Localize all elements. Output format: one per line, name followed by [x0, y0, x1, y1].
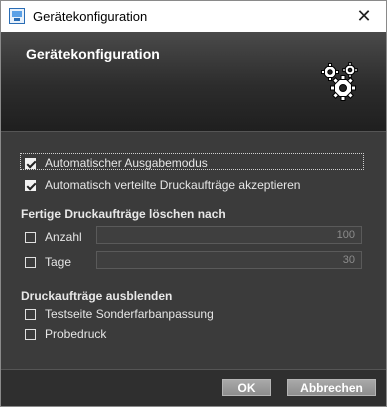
auto-accept-option[interactable]: Automatisch verteilte Druckaufträge akze… [25, 178, 300, 192]
days-option[interactable]: Tage [25, 255, 71, 269]
auto-output-mode-option[interactable]: Automatischer Ausgabemodus [25, 156, 208, 170]
test-page-option[interactable]: Testseite Sonderfarbanpassung [25, 307, 214, 321]
days-field[interactable]: 30 [96, 251, 362, 269]
dialog-header: Gerätekonfiguration [1, 32, 386, 131]
auto-output-mode-label: Automatischer Ausgabemodus [45, 156, 208, 170]
header-title: Gerätekonfiguration [26, 46, 160, 62]
device-configuration-dialog: Gerätekonfiguration ✕ Gerätekonfiguratio… [0, 0, 387, 407]
count-option[interactable]: Anzahl [25, 230, 82, 244]
delete-section-title: Fertige Druckaufträge löschen nach [21, 207, 226, 221]
test-page-label: Testseite Sonderfarbanpassung [45, 307, 214, 321]
close-icon[interactable]: ✕ [342, 1, 386, 32]
dialog-footer: OK Abbrechen [1, 369, 386, 406]
title-bar: Gerätekonfiguration ✕ [1, 1, 386, 32]
count-field[interactable]: 100 [96, 226, 362, 244]
count-checkbox[interactable] [25, 231, 36, 243]
proof-checkbox[interactable] [25, 328, 36, 340]
app-icon [9, 8, 25, 24]
ok-button[interactable]: OK [222, 379, 271, 396]
auto-accept-checkbox[interactable] [25, 179, 36, 191]
test-page-checkbox[interactable] [25, 308, 36, 320]
proof-label: Probedruck [45, 327, 107, 341]
hide-section-title: Druckaufträge ausblenden [21, 289, 173, 303]
window-title: Gerätekonfiguration [33, 9, 148, 24]
cancel-button[interactable]: Abbrechen [287, 379, 376, 396]
proof-option[interactable]: Probedruck [25, 327, 106, 341]
gears-icon [321, 62, 358, 101]
auto-output-mode-checkbox[interactable] [25, 157, 36, 169]
count-label: Anzahl [45, 230, 82, 244]
auto-accept-label: Automatisch verteilte Druckaufträge akze… [45, 178, 301, 192]
days-label: Tage [45, 255, 72, 269]
days-checkbox[interactable] [25, 256, 36, 268]
